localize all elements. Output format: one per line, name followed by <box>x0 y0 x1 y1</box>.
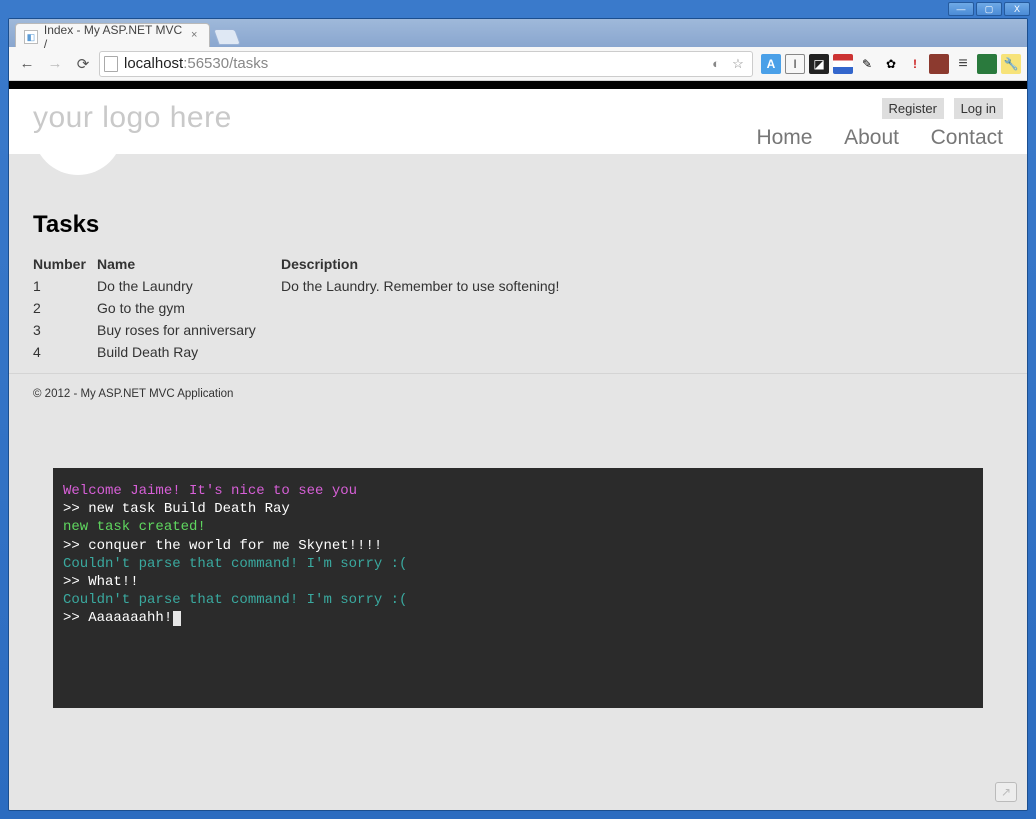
extension-icon[interactable]: ◪ <box>809 54 829 74</box>
cell-number: 1 <box>33 275 97 297</box>
terminal-cursor <box>173 611 181 626</box>
cell-description: Do the Laundry. Remember to use softenin… <box>281 275 559 297</box>
reload-button[interactable]: ⟳ <box>71 52 95 76</box>
extension-icon[interactable]: ≡ <box>953 54 973 74</box>
window-minimize-button[interactable]: — <box>948 2 974 16</box>
table-row: 2Go to the gym <box>33 297 559 319</box>
extension-icon[interactable] <box>977 54 997 74</box>
page-viewport: your logo here Register Log in Home Abou… <box>9 89 1027 810</box>
back-button[interactable]: ← <box>15 52 39 76</box>
terminal-line: >> conquer the world for me Skynet!!!! <box>63 537 973 555</box>
nav-home[interactable]: Home <box>756 126 812 149</box>
chrome-menu-icon[interactable]: 🔧 <box>1001 54 1021 74</box>
browser-window: ◧ Index - My ASP.NET MVC / × ← → ⟳ local… <box>8 18 1028 811</box>
tab-strip: ◧ Index - My ASP.NET MVC / × <box>9 19 1027 47</box>
tab-close-icon[interactable]: × <box>191 29 203 41</box>
terminal-line: >> new task Build Death Ray <box>63 500 973 518</box>
cell-number: 4 <box>33 341 97 363</box>
extension-icon[interactable] <box>833 54 853 74</box>
forward-button[interactable]: → <box>43 52 67 76</box>
window-titlebar: — ▢ X <box>0 0 1036 18</box>
terminal-line: Welcome Jaime! It's nice to see you <box>63 482 973 500</box>
url-path: /tasks <box>229 55 268 72</box>
cell-name: Do the Laundry <box>97 275 281 297</box>
address-bar[interactable]: localhost:56530/tasks ◐ ☆ <box>99 51 753 77</box>
page-icon <box>104 56 118 72</box>
browser-tab[interactable]: ◧ Index - My ASP.NET MVC / × <box>15 23 210 47</box>
extension-icon[interactable]: ! <box>905 54 925 74</box>
extensions-bar: A I ◪ ✎ ✿ ! ≡ 🔧 <box>757 54 1021 74</box>
url-host: localhost <box>124 55 183 72</box>
window-maximize-button[interactable]: ▢ <box>976 2 1002 16</box>
tasks-table: Number Name Description 1Do the LaundryD… <box>33 253 559 363</box>
cell-description <box>281 297 559 319</box>
terminal-prompt[interactable]: >> Aaaaaaahh! <box>63 609 973 627</box>
bookmark-star-icon[interactable]: ☆ <box>730 56 746 72</box>
terminal-line: >> What!! <box>63 573 973 591</box>
top-black-bar <box>9 81 1027 89</box>
extension-icon[interactable]: ✎ <box>857 54 877 74</box>
nav-about[interactable]: About <box>844 126 899 149</box>
page-footer: © 2012 - My ASP.NET MVC Application <box>9 373 1027 414</box>
cell-description <box>281 319 559 341</box>
browser-toolbar: ← → ⟳ localhost:56530/tasks ◐ ☆ A I ◪ ✎ … <box>9 47 1027 81</box>
terminal-line: new task created! <box>63 518 973 536</box>
nav-contact[interactable]: Contact <box>931 126 1003 149</box>
cell-number: 3 <box>33 319 97 341</box>
window-close-button[interactable]: X <box>1004 2 1030 16</box>
terminal-panel[interactable]: Welcome Jaime! It's nice to see you>> ne… <box>53 468 983 708</box>
page-heading: Tasks <box>33 211 1003 239</box>
terminal-line: Couldn't parse that command! I'm sorry :… <box>63 591 973 609</box>
login-link[interactable]: Log in <box>954 98 1003 119</box>
col-description: Description <box>281 253 559 275</box>
cell-description <box>281 341 559 363</box>
permissions-icon[interactable]: ◐ <box>708 56 724 72</box>
share-icon[interactable]: ↗ <box>995 782 1017 802</box>
logo-backdrop <box>33 130 123 175</box>
site-logo: your logo here <box>33 101 232 135</box>
url-port: :56530 <box>183 55 229 72</box>
new-tab-button[interactable] <box>213 29 241 45</box>
col-name: Name <box>97 253 281 275</box>
table-row: 4Build Death Ray <box>33 341 559 363</box>
table-row: 3Buy roses for anniversary <box>33 319 559 341</box>
tab-title: Index - My ASP.NET MVC / <box>44 23 187 51</box>
register-link[interactable]: Register <box>882 98 944 119</box>
extension-icon[interactable]: A <box>761 54 781 74</box>
cell-number: 2 <box>33 297 97 319</box>
cell-name: Buy roses for anniversary <box>97 319 281 341</box>
tab-favicon-icon: ◧ <box>24 30 38 44</box>
extension-icon[interactable]: I <box>785 54 805 74</box>
terminal-line: Couldn't parse that command! I'm sorry :… <box>63 555 973 573</box>
table-row: 1Do the LaundryDo the Laundry. Remember … <box>33 275 559 297</box>
cell-name: Go to the gym <box>97 297 281 319</box>
extension-icon[interactable] <box>929 54 949 74</box>
col-number: Number <box>33 253 97 275</box>
cell-name: Build Death Ray <box>97 341 281 363</box>
extension-icon[interactable]: ✿ <box>881 54 901 74</box>
